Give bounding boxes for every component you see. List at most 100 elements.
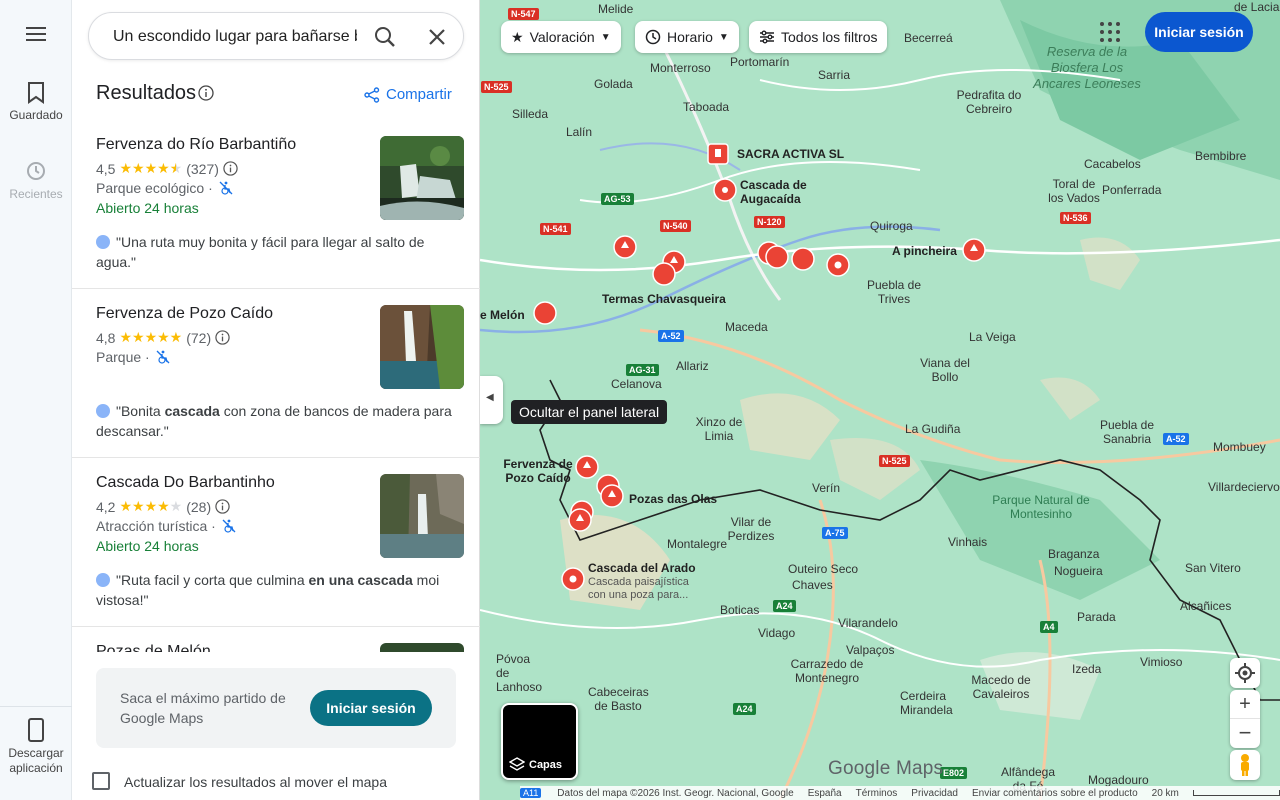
result-title[interactable]: Pozas de Melón	[96, 643, 211, 652]
star-rating: ★★★★★	[119, 160, 183, 176]
map-label: Pedrafita do Cebreiro	[956, 88, 1022, 116]
promo-text: Saca el máximo partido de Google Maps	[120, 690, 286, 726]
terms-link[interactable]: Términos	[856, 788, 898, 799]
place-label: Cascada de Augacaída	[740, 178, 807, 206]
map-label: Toral de los Vados	[1048, 177, 1100, 205]
road-shield: A24	[733, 703, 756, 715]
info-icon[interactable]	[215, 330, 230, 345]
result-card[interactable]: Fervenza de Pozo Caído 4,8 ★★★★★ (72) Pa…	[72, 289, 480, 458]
phone-icon	[28, 718, 44, 742]
hamburger-menu-icon	[26, 27, 46, 41]
road-shield: E802	[940, 767, 968, 779]
share-icon	[364, 86, 380, 103]
menu-button[interactable]	[0, 26, 72, 46]
google-maps-logo: Google Maps	[828, 758, 944, 779]
result-card[interactable]: Pozas de Melón	[72, 627, 480, 652]
result-hours: Abierto 24 horas	[96, 538, 199, 554]
privacy-link[interactable]: Privacidad	[911, 788, 958, 799]
signin-button[interactable]: Iniciar sesión	[1145, 12, 1253, 52]
map-label: Macedo de Cavaleiros	[971, 673, 1031, 701]
download-label: Descargar aplicación	[8, 746, 64, 775]
map-label: Viana del Bollo	[920, 356, 970, 384]
info-icon[interactable]	[215, 499, 230, 514]
result-type: Parque ecológico ·	[96, 180, 233, 196]
map-label: Reserva de la Biosfera Los Ancares Leone…	[1033, 44, 1141, 91]
result-title[interactable]: Cascada Do Barbantinho	[96, 474, 275, 492]
search-box[interactable]: Un escondido lugar para bañarse ba	[88, 12, 464, 60]
rating-value: 4,5	[96, 160, 116, 177]
rating-value: 4,2	[96, 498, 116, 515]
chevron-left-icon: ◀	[486, 392, 494, 403]
result-photo[interactable]	[380, 474, 464, 558]
collapse-panel-button[interactable]: ◀	[480, 376, 503, 424]
layers-button[interactable]: Capas	[501, 703, 578, 780]
info-icon[interactable]	[198, 85, 214, 101]
result-photo[interactable]	[380, 305, 464, 389]
scale-label[interactable]: 20 km	[1152, 788, 1179, 799]
zoom-in-button[interactable]: +	[1230, 690, 1260, 719]
result-photo[interactable]	[380, 643, 464, 652]
place-label: Termas Chavasqueira	[602, 292, 726, 306]
rating-filter-chip[interactable]: ★ Valoración ▼	[501, 21, 621, 53]
hours-filter-chip[interactable]: Horario ▼	[635, 21, 739, 53]
road-shield: A24	[773, 600, 796, 612]
map-label: Taboada	[683, 100, 730, 114]
update-results-label: Actualizar los resultados al mover el ma…	[124, 774, 388, 790]
share-button[interactable]: Compartir	[364, 86, 452, 103]
my-location-icon	[1235, 663, 1255, 683]
review-count[interactable]: (28)	[186, 499, 211, 515]
map-label: La Veiga	[969, 330, 1016, 344]
all-filters-chip[interactable]: Todos los filtros	[749, 21, 888, 53]
result-type: Atracción turística ·	[96, 518, 236, 534]
result-title[interactable]: Fervenza do Río Barbantiño	[96, 136, 296, 154]
star-rating: ★★★★★	[119, 498, 183, 514]
result-photo[interactable]	[380, 136, 464, 220]
result-title[interactable]: Fervenza de Pozo Caído	[96, 305, 273, 323]
search-input[interactable]: Un escondido lugar para bañarse ba	[113, 28, 357, 46]
results-list: Fervenza do Río Barbantiño 4,5 ★★★★★ (32…	[72, 120, 480, 652]
tune-icon	[760, 30, 774, 44]
map-label: Braganza	[1048, 547, 1100, 561]
avatar-icon	[96, 235, 110, 249]
country-link[interactable]: España	[808, 788, 842, 799]
road-shield: N-547	[508, 8, 539, 20]
map-label: Ponferrada	[1102, 183, 1162, 197]
my-location-button[interactable]	[1230, 658, 1260, 688]
info-icon[interactable]	[223, 161, 238, 176]
map-label: Celanova	[611, 377, 662, 391]
result-review: "Una ruta muy bonita y fácil para llegar…	[96, 232, 456, 272]
place-label: Pozas das Olas	[629, 492, 718, 506]
dropdown-arrow-icon: ▼	[718, 31, 729, 43]
update-results-checkbox[interactable]	[92, 772, 110, 790]
rail-divider	[0, 706, 72, 707]
street-view-button[interactable]	[1230, 750, 1260, 780]
zoom-out-button[interactable]: −	[1230, 719, 1260, 748]
review-count[interactable]: (327)	[186, 161, 219, 177]
search-icon[interactable]	[373, 25, 397, 49]
road-shield: A-52	[658, 330, 684, 342]
map-label: Melide	[598, 2, 634, 16]
close-icon[interactable]	[425, 25, 449, 49]
no-wheelchair-icon	[156, 350, 170, 364]
place-description: Cascada paisajística con una poza para..…	[588, 576, 689, 601]
map-label: Izeda	[1072, 662, 1102, 676]
signin-button[interactable]: Iniciar sesión	[310, 690, 432, 726]
history-icon	[27, 162, 45, 180]
map-label: Quiroga	[870, 219, 913, 233]
result-card[interactable]: Fervenza do Río Barbantiño 4,5 ★★★★★ (32…	[72, 120, 480, 289]
road-shield: N-536	[1060, 212, 1091, 224]
apps-grid-icon[interactable]	[1099, 21, 1121, 43]
result-card[interactable]: Cascada Do Barbantinho 4,2 ★★★★★ (28) At…	[72, 458, 480, 627]
map-canvas[interactable]: ★ Valoración ▼ Horario ▼ Todos los filtr…	[480, 0, 1280, 800]
review-count[interactable]: (72)	[186, 330, 211, 346]
tooltip: Ocultar el panel lateral	[511, 400, 668, 424]
saved-button[interactable]: Guardado	[0, 82, 72, 122]
map-label: Boticas	[720, 603, 760, 617]
recent-button[interactable]: Recientes	[0, 160, 72, 202]
download-app-button[interactable]: Descargar aplicación	[0, 718, 72, 776]
map-label: Sarria	[818, 68, 851, 82]
feedback-link[interactable]: Enviar comentarios sobre el producto	[972, 788, 1138, 799]
avatar-icon	[96, 404, 110, 418]
pegman-icon	[1241, 754, 1249, 776]
star-icon: ★	[511, 28, 524, 45]
